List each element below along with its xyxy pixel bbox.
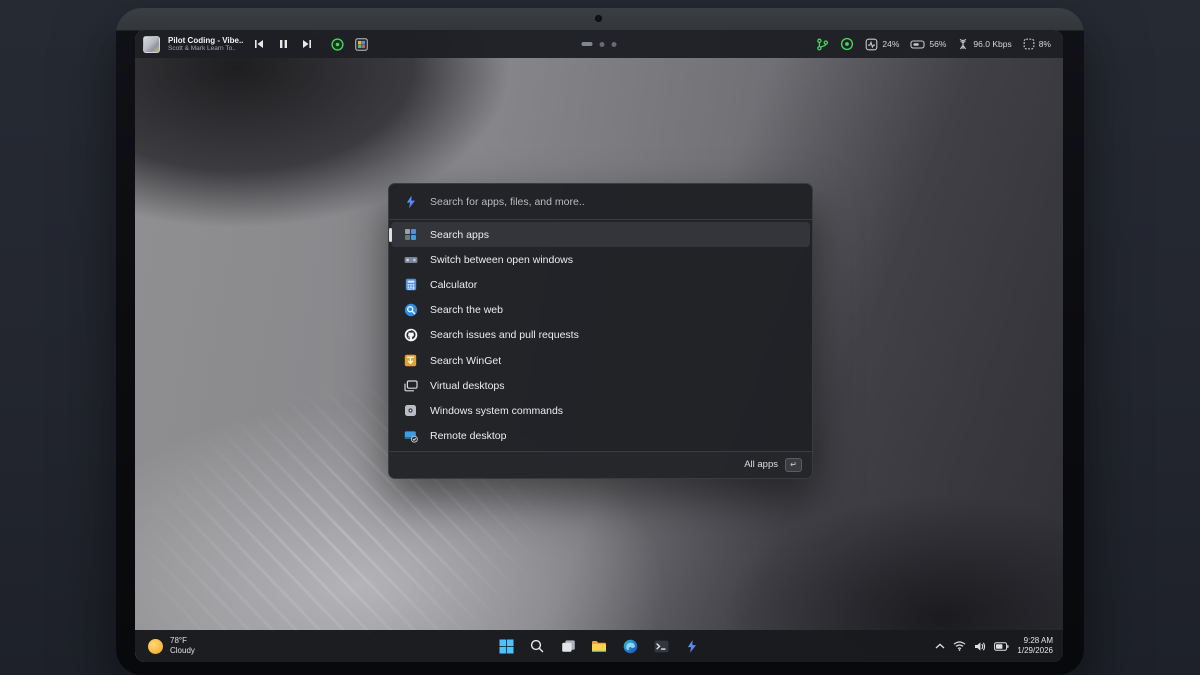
remote-desktop-icon xyxy=(403,429,418,444)
taskbar-search-icon[interactable] xyxy=(527,636,547,656)
memory-stat[interactable]: 56% xyxy=(910,39,946,50)
recorder-status-icon[interactable] xyxy=(329,37,345,51)
target-status-icon[interactable] xyxy=(840,37,854,51)
taskbar-app-icons xyxy=(496,636,702,656)
file-explorer-icon[interactable] xyxy=(589,636,609,656)
selection-indicator xyxy=(389,228,392,242)
system-tray: 9:28 AM 1/29/2026 xyxy=(935,636,1063,657)
webcam-dot xyxy=(595,15,602,22)
media-subtitle: Scott & Mark Learn To.. xyxy=(168,45,243,52)
palette-item-winget-search[interactable]: Search WinGet xyxy=(389,348,812,373)
next-track-button[interactable] xyxy=(299,37,315,51)
calculator-icon xyxy=(403,277,418,292)
laptop-frame: Pilot Coding - Vibe.. Scott & Mark Learn… xyxy=(116,8,1084,675)
taskbar-weather-widget[interactable]: 78°F Cloudy xyxy=(135,636,195,656)
enter-keycap: ↵ xyxy=(785,458,802,472)
palette-item-label: Calculator xyxy=(430,279,477,291)
apps-icon xyxy=(403,227,418,242)
palette-results-list: Search apps Switch between open windows … xyxy=(389,220,812,451)
memory-stat-value: 56% xyxy=(929,39,946,49)
palette-item-github-search[interactable]: Search issues and pull requests xyxy=(389,323,812,348)
cpu-stat-value: 24% xyxy=(882,39,899,49)
workspace-active-pill[interactable] xyxy=(582,42,593,46)
palette-item-label: Search the web xyxy=(430,304,503,316)
weather-sun-icon xyxy=(148,639,163,654)
top-status-bar: Pilot Coding - Vibe.. Scott & Mark Learn… xyxy=(135,30,1063,58)
network-stat[interactable]: 96.0 Kbps xyxy=(957,38,1011,50)
clock-date: 1/29/2026 xyxy=(1017,646,1053,656)
all-apps-label[interactable]: All apps xyxy=(744,459,778,470)
start-button[interactable] xyxy=(496,636,516,656)
github-icon xyxy=(403,328,418,343)
laptop-screen: Pilot Coding - Vibe.. Scott & Mark Learn… xyxy=(135,30,1063,662)
system-commands-icon xyxy=(403,403,418,418)
edge-browser-icon[interactable] xyxy=(620,636,640,656)
tray-chevron-up-icon[interactable] xyxy=(935,643,945,649)
terminal-icon[interactable] xyxy=(651,636,671,656)
command-palette: Search for apps, files, and more.. Searc… xyxy=(388,183,813,479)
window-switcher-icon xyxy=(403,252,418,267)
weather-condition: Cloudy xyxy=(170,646,195,656)
pause-button[interactable] xyxy=(275,37,291,51)
palette-item-calculator[interactable]: Calculator xyxy=(389,272,812,297)
now-playing: Pilot Coding - Vibe.. Scott & Mark Learn… xyxy=(168,36,243,53)
clock-time: 9:28 AM xyxy=(1017,636,1053,646)
taskbar: 78°F Cloudy xyxy=(135,630,1063,662)
network-stat-value: 96.0 Kbps xyxy=(973,39,1011,49)
palette-footer: All apps ↵ xyxy=(389,451,812,478)
palette-item-window-switcher[interactable]: Switch between open windows xyxy=(389,247,812,272)
palette-item-web-search[interactable]: Search the web xyxy=(389,298,812,323)
media-title: Pilot Coding - Vibe.. xyxy=(168,36,243,45)
gpu-stat-value: 8% xyxy=(1039,39,1051,49)
palette-item-label: Remote desktop xyxy=(430,430,506,442)
gpu-stat[interactable]: 8% xyxy=(1023,38,1051,50)
palette-search-input[interactable]: Search for apps, files, and more.. xyxy=(389,184,812,220)
palette-item-label: Virtual desktops xyxy=(430,380,505,392)
task-view-icon[interactable] xyxy=(558,636,578,656)
web-search-icon xyxy=(403,303,418,318)
palette-item-label: Switch between open windows xyxy=(430,254,573,266)
weather-temp: 78°F xyxy=(170,636,195,646)
battery-icon[interactable] xyxy=(994,642,1009,651)
taskbar-clock[interactable]: 9:28 AM 1/29/2026 xyxy=(1017,636,1053,657)
workspace-dot[interactable] xyxy=(612,42,617,47)
palette-item-virtual-desktops[interactable]: Virtual desktops xyxy=(389,373,812,398)
winget-icon xyxy=(403,353,418,368)
color-thumbnail-icon[interactable] xyxy=(353,37,369,51)
workspace-dot[interactable] xyxy=(600,42,605,47)
wifi-icon[interactable] xyxy=(953,641,966,651)
powertoys-taskbar-icon[interactable] xyxy=(682,636,702,656)
workspace-indicator[interactable] xyxy=(582,30,617,58)
palette-item-label: Search issues and pull requests xyxy=(430,329,579,341)
album-art-thumbnail[interactable] xyxy=(143,36,160,53)
cpu-stat[interactable]: 24% xyxy=(865,38,899,51)
virtual-desktops-icon xyxy=(403,378,418,393)
palette-item-remote-desktop[interactable]: Remote desktop xyxy=(389,424,812,449)
previous-track-button[interactable] xyxy=(251,37,267,51)
palette-item-system-commands[interactable]: Windows system commands xyxy=(389,398,812,423)
git-branch-icon[interactable] xyxy=(816,38,829,51)
palette-item-label: Search apps xyxy=(430,229,489,241)
search-placeholder: Search for apps, files, and more.. xyxy=(430,196,585,208)
palette-item-search-apps[interactable]: Search apps xyxy=(391,222,810,247)
volume-icon[interactable] xyxy=(974,641,986,652)
powertoys-bolt-icon xyxy=(403,194,418,209)
palette-item-label: Search WinGet xyxy=(430,355,501,367)
palette-item-label: Windows system commands xyxy=(430,405,563,417)
